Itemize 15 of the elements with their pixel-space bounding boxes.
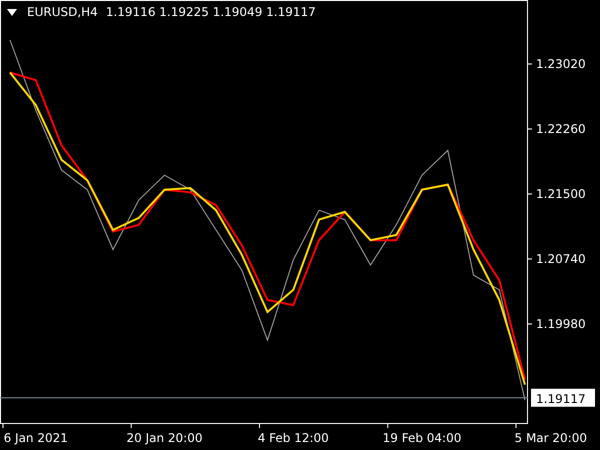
price-axis-label: 1.22260	[536, 122, 586, 136]
price-axis-label: 1.20740	[536, 252, 586, 266]
time-axis-label: 5 Mar 20:00	[514, 431, 587, 445]
dropdown-triangle-icon[interactable]	[7, 8, 17, 16]
quote-values: 1.19116 1.19225 1.19049 1.19117	[106, 5, 316, 19]
time-axis-label: 19 Feb 04:00	[382, 431, 462, 445]
price-axis-label: 1.21500	[536, 186, 586, 201]
time-axis-label: 20 Jan 20:00	[126, 431, 202, 445]
time-axis-label: 4 Feb 12:00	[258, 431, 329, 445]
symbol-label: EURUSD,H4	[27, 5, 98, 19]
current-price-tag: 1.19117	[531, 388, 595, 407]
price-axis-label: 1.23020	[536, 56, 586, 71]
price-axis-label: 1.19980	[536, 316, 586, 331]
ref-line-label: 1.19117	[536, 392, 586, 406]
time-axis-label: 6 Jan 2021	[4, 431, 68, 445]
